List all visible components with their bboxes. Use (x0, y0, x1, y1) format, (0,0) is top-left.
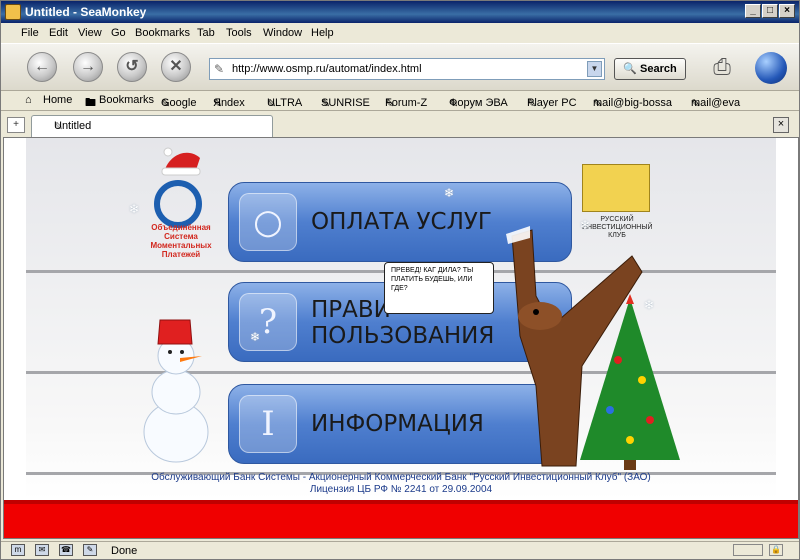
mail-icon[interactable]: ✉ (35, 544, 49, 556)
christmas-tree-image (580, 294, 680, 470)
home-icon: ⌂ (25, 94, 32, 106)
page-icon: ✎ (214, 62, 225, 76)
menu-help[interactable]: Help (311, 27, 334, 39)
navigator-icon[interactable]: m (11, 544, 25, 556)
footer-line-1: Обслуживающий Банк Системы - Акционерный… (151, 472, 651, 483)
menu-go[interactable]: Go (111, 27, 126, 39)
url-bar[interactable]: ✎ ▼ (209, 58, 605, 80)
chat-icon[interactable]: ☎ (59, 544, 73, 556)
osmp-text: Объединённая Система Моментальных Платеж… (150, 223, 212, 259)
bookmark-bookmarks[interactable]: Bookmarks (99, 94, 154, 106)
menu-edit[interactable]: Edit (49, 27, 68, 39)
url-input[interactable] (232, 61, 582, 77)
seamonkey-app-icon[interactable] (5, 4, 21, 20)
url-dropdown-icon[interactable]: ▼ (587, 61, 602, 77)
minimize-button[interactable]: _ (745, 4, 761, 18)
maximize-button[interactable]: □ (762, 4, 778, 18)
forward-button[interactable]: → (73, 52, 103, 82)
rules-label-2: ПОЛЬЗОВАНИЯ (311, 323, 495, 349)
composer-icon[interactable]: ✎ (83, 544, 97, 556)
snowflake-icon: ❄ (444, 186, 455, 200)
stop-icon: ✕ (169, 58, 183, 75)
seamonkey-logo-icon[interactable] (755, 52, 787, 84)
snowflake-icon: ❄ (250, 330, 261, 344)
reload-icon: ↺ (125, 58, 139, 75)
status-text: Done (111, 545, 138, 557)
snowflake-icon: ❄ (580, 218, 591, 232)
menu-tab[interactable]: Tab (197, 27, 215, 39)
snowflake-icon: ❄ (129, 202, 140, 216)
bookmarks-toolbar: ⌂ Home 🖿 Bookmarks ✎ Google ✎ Яndex ✎ UL… (1, 91, 799, 111)
menu-tools[interactable]: Tools (226, 27, 252, 39)
rules-label-1: ПРАВИ (311, 297, 391, 323)
back-button[interactable]: ← (27, 52, 57, 82)
back-arrow-icon: ← (34, 58, 50, 75)
snowflake-icon: ❄ (644, 298, 655, 312)
footer-text: Обслуживающий Банк Системы - Акционерный… (26, 472, 776, 496)
speech-bubble: ПРЕВЕД! КАГ ДИЛА? ТЫ ПЛАТИТЬ БУДЕШЬ, ИЛИ… (384, 262, 494, 314)
info-label: ИНФОРМАЦИЯ (311, 411, 484, 437)
close-button[interactable]: × (779, 4, 795, 18)
search-button[interactable]: 🔍 Search (614, 58, 686, 80)
menu-window[interactable]: Window (263, 27, 302, 39)
bubbles-icon: ○ (239, 193, 297, 251)
bookmark-home[interactable]: Home (43, 94, 72, 106)
search-label: Search (640, 63, 677, 75)
info-icon: I (239, 395, 297, 453)
red-bar (4, 500, 798, 538)
status-bar: m ✉ ☎ ✎ Done 🔒 (1, 541, 799, 559)
rik-logo (582, 164, 650, 212)
page-content: Объединённая Система Моментальных Платеж… (3, 137, 799, 539)
print-icon[interactable]: ⎙ (707, 52, 737, 82)
stop-button[interactable]: ✕ (161, 52, 191, 82)
security-lock-icon: 🔒 (769, 544, 783, 556)
title-bar: Untitled - SeaMonkey _ □ × (1, 1, 799, 23)
window-title: Untitled - SeaMonkey (25, 5, 147, 19)
menu-file[interactable]: File (21, 27, 39, 39)
menu-bookmarks[interactable]: Bookmarks (135, 27, 190, 39)
footer-line-2: Лицензия ЦБ РФ № 2241 от 29.09.2004 (309, 484, 493, 495)
navigation-toolbar: ← → ↺ ✕ ✎ ▼ 🔍 Search ⎙ (1, 43, 799, 91)
osmp-logo (154, 180, 202, 228)
tab-untitled[interactable]: ✎ Untitled (31, 115, 273, 137)
new-tab-button[interactable]: + (7, 117, 25, 133)
forward-arrow-icon: → (80, 58, 96, 75)
menu-bar: File Edit View Go Bookmarks Tab Tools Wi… (1, 23, 799, 43)
santa-hat-icon (161, 147, 201, 176)
folder-icon: 🖿 (85, 97, 96, 109)
menu-view[interactable]: View (78, 27, 102, 39)
browser-window: Untitled - SeaMonkey _ □ × File Edit Vie… (0, 0, 800, 560)
tab-bar: + ✎ Untitled × (1, 113, 799, 137)
question-icon: ? (239, 293, 297, 351)
tab-title: Untitled (54, 120, 92, 132)
online-status-icon[interactable] (733, 544, 763, 556)
close-tab-button[interactable]: × (773, 117, 789, 133)
payment-label: ОПЛАТА УСЛУГ (311, 209, 492, 235)
reload-button[interactable]: ↺ (117, 52, 147, 82)
search-icon: 🔍 (623, 63, 637, 75)
snowman-image (143, 319, 209, 463)
